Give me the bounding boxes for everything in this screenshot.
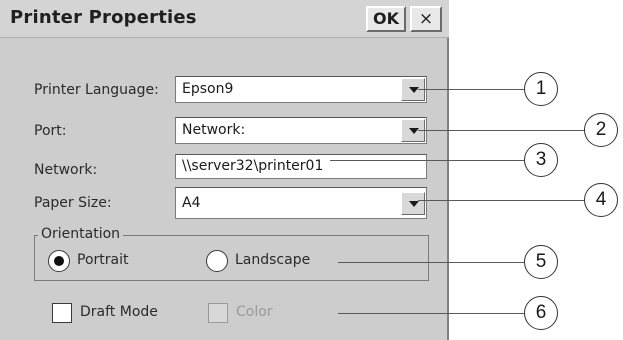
callout-number-1: 1 (524, 72, 558, 106)
callout-number-6: 6 (524, 296, 558, 330)
callout-line-5 (338, 262, 526, 263)
network-label: Network: (34, 162, 98, 178)
callout-line-4 (418, 200, 586, 201)
landscape-label[interactable]: Landscape (235, 252, 310, 268)
printer-language-label: Printer Language: (34, 82, 159, 98)
ok-button[interactable]: OK (366, 6, 406, 32)
color-checkbox (208, 303, 228, 323)
dialog-title: Printer Properties (10, 7, 197, 28)
title-bar: Printer Properties OK × (0, 0, 449, 38)
callout-number-3: 3 (524, 143, 558, 177)
paper-size-label: Paper Size: (34, 195, 112, 211)
printer-language-value: Epson9 (182, 81, 234, 97)
portrait-radio[interactable] (48, 250, 70, 272)
callout-line-6 (338, 313, 526, 314)
paper-size-value: A4 (182, 195, 201, 211)
portrait-label[interactable]: Portrait (77, 252, 128, 268)
printer-language-dropdown[interactable]: Epson9 (175, 76, 427, 103)
port-dropdown[interactable]: Network: (175, 117, 427, 144)
color-label: Color (236, 304, 273, 320)
port-label: Port: (34, 123, 67, 139)
printer-properties-dialog: Printer Properties OK × Printer Language… (0, 0, 449, 340)
paper-size-dropdown[interactable]: A4 (175, 187, 427, 219)
network-input[interactable]: \\server32\printer01 (175, 154, 427, 179)
port-value: Network: (182, 122, 246, 138)
draft-mode-checkbox[interactable] (52, 303, 72, 323)
radio-selected-dot (54, 256, 64, 266)
close-button[interactable]: × (410, 6, 442, 32)
callout-line-3 (330, 160, 526, 161)
landscape-radio[interactable] (206, 250, 228, 272)
callout-number-4: 4 (584, 183, 618, 217)
callout-line-2 (418, 130, 586, 131)
chevron-down-icon[interactable] (401, 192, 425, 215)
callout-number-5: 5 (524, 245, 558, 279)
network-value: \\server32\printer01 (182, 158, 324, 174)
callout-line-1 (418, 89, 526, 90)
draft-mode-label[interactable]: Draft Mode (80, 304, 158, 320)
callout-number-2: 2 (584, 113, 618, 147)
orientation-legend: Orientation (38, 226, 124, 242)
